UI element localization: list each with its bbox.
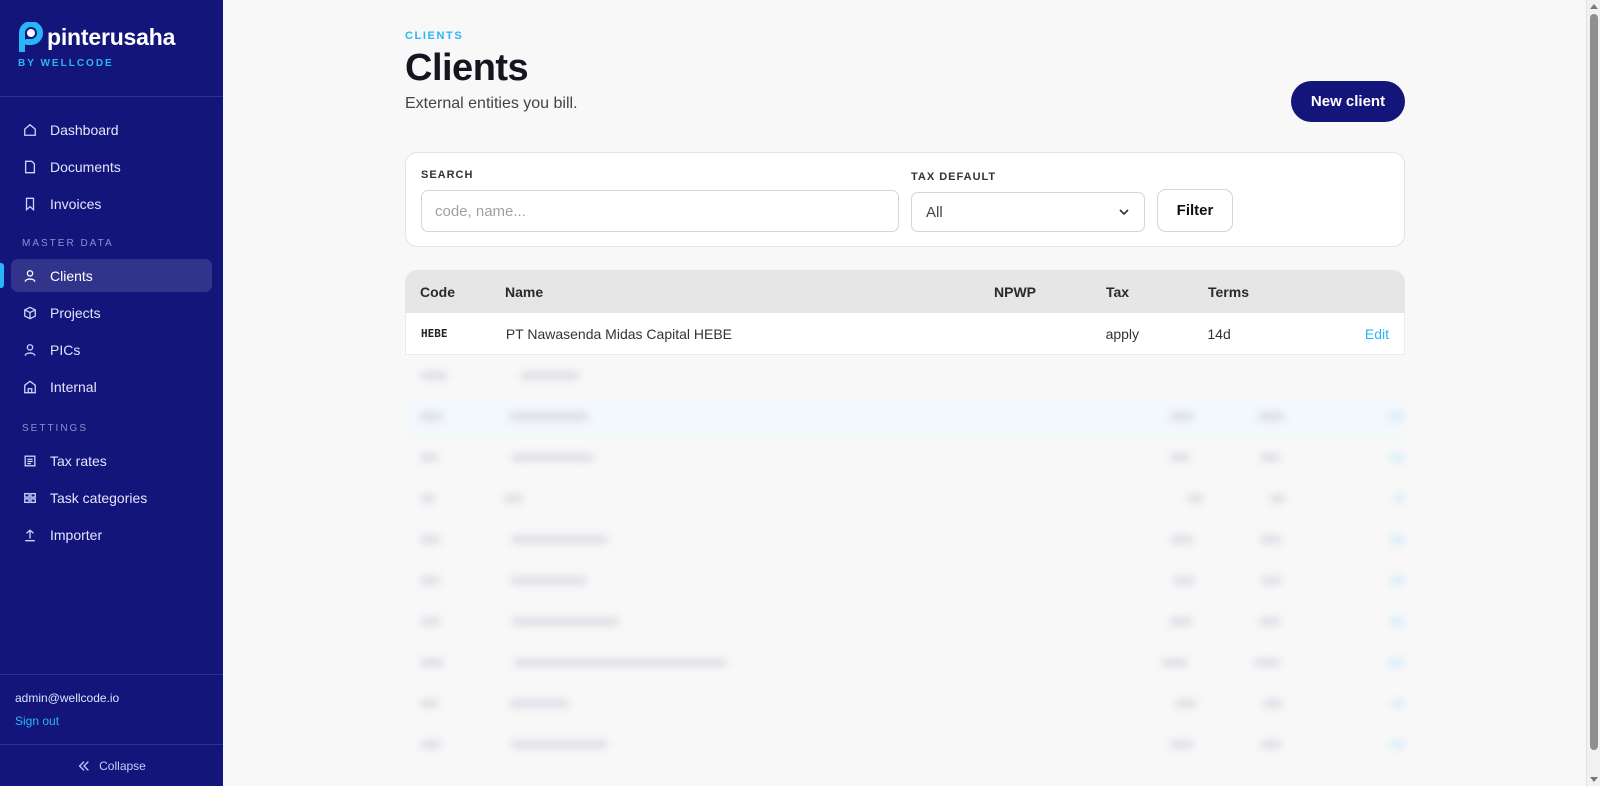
building-icon <box>24 379 36 393</box>
home-icon <box>24 123 36 136</box>
sidebar-item-pics[interactable]: PICs <box>11 333 212 366</box>
sidebar-item-label: Projects <box>50 304 101 321</box>
brand-logo-icon <box>19 22 43 52</box>
user-email: admin@wellcode.io <box>15 691 120 705</box>
bookmark-icon <box>25 197 35 211</box>
table-header: Code Name NPWP Tax Terms <box>405 270 1405 313</box>
column-header-name[interactable]: Name <box>505 284 994 300</box>
sidebar-item-importer[interactable]: Importer <box>11 518 212 551</box>
sidebar-item-clients[interactable]: Clients <box>0 259 212 292</box>
placeholder-row <box>405 437 1405 478</box>
brand-subtitle: BY WELLCODE <box>18 58 114 69</box>
sidebar-item-task-categories[interactable]: Task categories <box>11 481 212 514</box>
page-header: CLIENTS Clients External entities you bi… <box>405 30 1405 113</box>
section-master-data: MASTER DATA <box>22 238 114 249</box>
chevron-down-icon <box>1119 209 1129 216</box>
filter-button[interactable]: Filter <box>1157 189 1233 232</box>
user-icon <box>24 343 36 356</box>
tax-default-select[interactable]: All <box>911 192 1145 232</box>
sidebar-nav: Dashboard Documents Invoices MASTER DATA… <box>0 97 223 551</box>
sidebar-item-projects[interactable]: Projects <box>11 296 212 329</box>
placeholder-row <box>405 683 1405 724</box>
collapse-button[interactable]: Collapse <box>0 744 223 786</box>
tax-default-value: All <box>926 203 943 221</box>
placeholder-row <box>405 724 1405 765</box>
cell-terms: 14d <box>1207 325 1231 342</box>
placeholder-row <box>405 478 1405 519</box>
table-row[interactable]: HEBE PT Nawasenda Midas Capital HEBE app… <box>405 313 1405 355</box>
user-block: admin@wellcode.io Sign out <box>0 674 223 744</box>
placeholder-row <box>405 396 1405 437</box>
scroll-up-arrow-icon[interactable] <box>1590 4 1598 9</box>
cell-name: PT Nawasenda Midas Capital HEBE <box>505 325 733 342</box>
tax-default-label: TAX DEFAULT <box>911 171 997 183</box>
sidebar-item-tax-rates[interactable]: Tax rates <box>11 444 212 477</box>
placeholder-row <box>405 560 1406 601</box>
search-input[interactable] <box>421 190 899 232</box>
sidebar: pinterusaha BY WELLCODE Dashboard Docume… <box>0 0 223 786</box>
sidebar-footer: admin@wellcode.io Sign out Collapse <box>0 674 223 786</box>
column-header-tax[interactable]: Tax <box>1106 284 1208 300</box>
upload-icon <box>25 528 35 541</box>
scroll-thumb[interactable] <box>1590 14 1598 750</box>
sidebar-item-label: Importer <box>50 526 103 543</box>
column-header-code[interactable]: Code <box>405 284 505 300</box>
sidebar-item-label: Clients <box>50 267 93 284</box>
sidebar-item-documents[interactable]: Documents <box>11 150 212 183</box>
placeholder-row <box>405 355 1405 396</box>
sidebar-item-label: PICs <box>50 341 81 358</box>
receipt-icon <box>24 455 36 466</box>
page-eyebrow: CLIENTS <box>405 30 464 42</box>
page-title: Clients <box>405 47 529 89</box>
sidebar-item-invoices[interactable]: Invoices <box>11 187 212 220</box>
scroll-down-arrow-icon[interactable] <box>1590 777 1598 782</box>
sidebar-item-dashboard[interactable]: Dashboard <box>11 113 212 146</box>
user-icon <box>24 269 36 282</box>
cell-tax: apply <box>1105 325 1140 342</box>
collapse-label: Collapse <box>99 758 146 773</box>
placeholder-row <box>405 601 1405 642</box>
clients-table: Code Name NPWP Tax Terms HEBE PT Nawasen… <box>405 270 1406 765</box>
main-content: CLIENTS Clients External entities you bi… <box>223 0 1586 786</box>
section-settings: SETTINGS <box>22 423 89 434</box>
document-icon <box>24 160 36 173</box>
sidebar-item-label: Tax rates <box>50 452 107 469</box>
cell-code: HEBE <box>421 327 448 340</box>
placeholder-row <box>405 642 1406 683</box>
sidebar-item-label: Internal <box>50 378 97 395</box>
placeholder-row <box>405 519 1405 560</box>
sidebar-item-label: Documents <box>50 158 121 175</box>
edit-link[interactable]: Edit <box>1365 326 1389 342</box>
brand: pinterusaha BY WELLCODE <box>0 0 223 97</box>
box-icon <box>24 306 36 319</box>
sidebar-item-label: Invoices <box>50 195 102 212</box>
sidebar-item-label: Task categories <box>50 489 148 506</box>
page-subtitle: External entities you bill. <box>405 95 578 112</box>
sidebar-item-label: Dashboard <box>50 121 119 138</box>
chevrons-left-icon <box>78 760 89 771</box>
sign-out-link[interactable]: Sign out <box>15 714 59 728</box>
vertical-scrollbar[interactable] <box>1586 0 1600 786</box>
search-label: SEARCH <box>421 169 474 181</box>
filter-card: SEARCH TAX DEFAULT All Filter <box>405 152 1405 247</box>
loading-placeholder-rows <box>405 355 1406 765</box>
new-client-button[interactable]: New client <box>1291 81 1405 122</box>
sidebar-item-internal[interactable]: Internal <box>11 370 212 403</box>
column-header-terms[interactable]: Terms <box>1208 284 1355 300</box>
brand-name: pinterusaha <box>47 23 176 50</box>
column-header-npwp[interactable]: NPWP <box>994 284 1106 300</box>
grid-icon <box>24 492 36 503</box>
